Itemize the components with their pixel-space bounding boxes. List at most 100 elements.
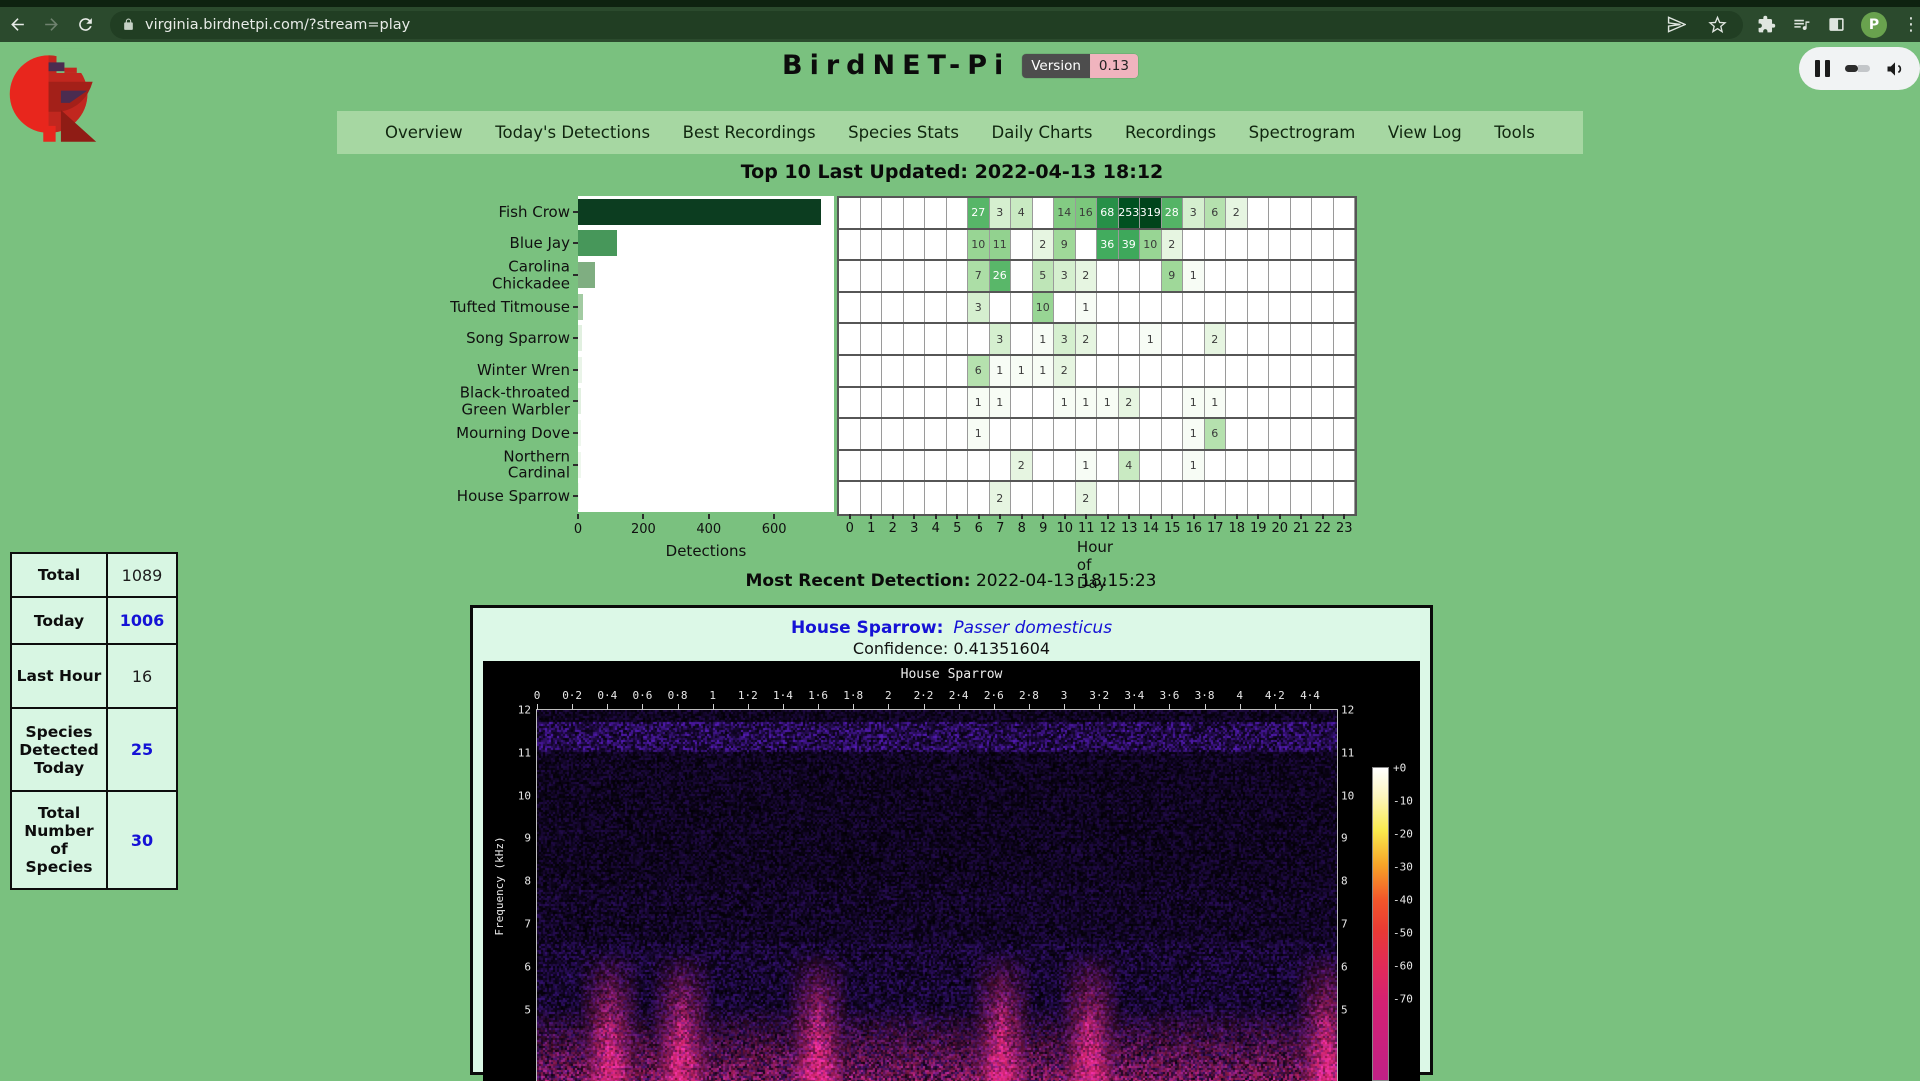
heatmap-cell xyxy=(990,451,1012,481)
pause-icon[interactable] xyxy=(1815,60,1830,77)
nav-item-best-recordings[interactable]: Best Recordings xyxy=(683,123,816,142)
heatmap-cell xyxy=(1183,482,1205,514)
heatmap-cell: 1 xyxy=(1076,388,1098,418)
heatmap-cell: 6 xyxy=(1205,419,1227,449)
hour-tick-label: 11 xyxy=(1078,521,1095,536)
x-tick-label: 0 xyxy=(574,522,582,537)
hour-tick xyxy=(1193,514,1195,519)
time-tick-label: 2·8 xyxy=(1019,689,1039,702)
heatmap-cell: 1 xyxy=(968,419,990,449)
heatmap-cell xyxy=(1162,482,1184,514)
nav-item-spectrogram[interactable]: Spectrogram xyxy=(1249,123,1356,142)
hour-tick-label: 9 xyxy=(1039,521,1047,536)
nav-item-species-stats[interactable]: Species Stats xyxy=(848,123,959,142)
y-tick xyxy=(573,242,578,244)
y-tick xyxy=(573,306,578,308)
heatmap-cell xyxy=(1269,388,1291,418)
time-tick-label: 0·4 xyxy=(597,689,617,702)
heatmap-cell xyxy=(882,482,904,514)
freq-tick-label: 7 xyxy=(497,918,531,931)
nav-item-today-s-detections[interactable]: Today's Detections xyxy=(495,123,650,142)
latest-detection-panel: House Sparrow:Passer domesticus Confiden… xyxy=(470,605,1433,1075)
side-panel-icon[interactable] xyxy=(1827,15,1846,34)
nav-item-overview[interactable]: Overview xyxy=(385,123,463,142)
stats-value-link[interactable]: 30 xyxy=(108,792,176,888)
time-tick xyxy=(1029,704,1030,710)
time-tick xyxy=(678,704,679,710)
time-tick-label: 0·6 xyxy=(632,689,652,702)
time-tick xyxy=(537,704,538,710)
hour-tick xyxy=(892,514,894,519)
heatmap-cell xyxy=(861,482,883,514)
stats-value-link[interactable]: 1006 xyxy=(108,598,176,643)
hour-tick-label: 14 xyxy=(1142,521,1159,536)
detection-scientific-name[interactable]: Passer domesticus xyxy=(953,618,1112,638)
colorbar-tick-label: -40 xyxy=(1393,894,1413,907)
heatmap-cell xyxy=(947,419,969,449)
heatmap-cell: 28 xyxy=(1162,198,1184,228)
reload-icon[interactable] xyxy=(68,11,102,39)
hourly-heatmap: 2734141668253319283621011293639102726532… xyxy=(837,196,1357,516)
heatmap-cell xyxy=(904,324,926,354)
heatmap-cell xyxy=(925,451,947,481)
time-tick-label: 4 xyxy=(1236,689,1243,702)
nav-item-tools[interactable]: Tools xyxy=(1494,123,1535,142)
hour-tick-label: 6 xyxy=(975,521,983,536)
url-bar[interactable]: virginia.birdnetpi.com/?stream=play xyxy=(110,11,1743,39)
heatmap-cell xyxy=(1312,198,1334,228)
seek-slider[interactable] xyxy=(1845,65,1870,72)
freq-tick-label: 6 xyxy=(497,960,531,973)
nav-item-daily-charts[interactable]: Daily Charts xyxy=(992,123,1093,142)
extensions-icon[interactable] xyxy=(1757,15,1776,34)
species-label: Tufted Titmouse xyxy=(420,298,570,315)
heatmap-cell: 3 xyxy=(1054,324,1076,354)
heatmap-cell xyxy=(990,293,1012,323)
freq-tick-label: 9 xyxy=(1341,832,1375,845)
bar xyxy=(578,262,595,288)
heatmap-cell xyxy=(861,230,883,260)
heatmap-cell xyxy=(1140,482,1162,514)
forward-icon[interactable] xyxy=(34,11,68,39)
species-label: Winter Wren xyxy=(420,362,570,379)
time-tick xyxy=(748,704,749,710)
profile-avatar[interactable]: P xyxy=(1861,12,1887,38)
heatmap-cell xyxy=(1269,356,1291,386)
colorbar-tick-label: -50 xyxy=(1393,927,1413,940)
hour-tick xyxy=(1021,514,1023,519)
spectrogram-title: House Sparrow xyxy=(483,667,1420,682)
heatmap-cell: 36 xyxy=(1097,230,1119,260)
browser-menu-icon[interactable]: ⋮ xyxy=(1902,20,1920,30)
detection-species-link[interactable]: House Sparrow: xyxy=(791,618,943,638)
heatmap-cell xyxy=(1248,419,1270,449)
heatmap-cell xyxy=(1312,451,1334,481)
heatmap-cell xyxy=(1140,388,1162,418)
species-label: Fish Crow xyxy=(420,204,570,221)
x-tick-label: 600 xyxy=(762,522,787,537)
nav-item-view-log[interactable]: View Log xyxy=(1388,123,1462,142)
heatmap-cell xyxy=(1183,356,1205,386)
nav-item-recordings[interactable]: Recordings xyxy=(1125,123,1216,142)
heatmap-cell: 3 xyxy=(1054,261,1076,291)
bookmark-star-icon[interactable] xyxy=(1708,15,1727,34)
heatmap-cell xyxy=(1076,230,1098,260)
back-icon[interactable] xyxy=(0,11,34,39)
media-controls-icon[interactable] xyxy=(1791,15,1812,34)
heatmap-cell: 2 xyxy=(1076,261,1098,291)
heatmap-cell xyxy=(925,356,947,386)
heatmap-cell xyxy=(1226,293,1248,323)
volume-icon[interactable] xyxy=(1885,59,1905,79)
stats-value-link[interactable]: 25 xyxy=(108,709,176,790)
share-icon[interactable] xyxy=(1667,15,1686,34)
heatmap-cell: 1 xyxy=(1183,261,1205,291)
y-tick xyxy=(573,337,578,339)
heatmap-cell xyxy=(1097,356,1119,386)
heatmap-cell xyxy=(1097,419,1119,449)
heatmap-cell xyxy=(861,293,883,323)
heatmap-cell xyxy=(1119,293,1141,323)
heatmap-cell xyxy=(1097,324,1119,354)
heatmap-cell xyxy=(1205,293,1227,323)
species-label: Northern Cardinal xyxy=(420,448,570,481)
heatmap-cell xyxy=(925,482,947,514)
heatmap-cell xyxy=(904,356,926,386)
x-tick-label: 200 xyxy=(631,522,656,537)
